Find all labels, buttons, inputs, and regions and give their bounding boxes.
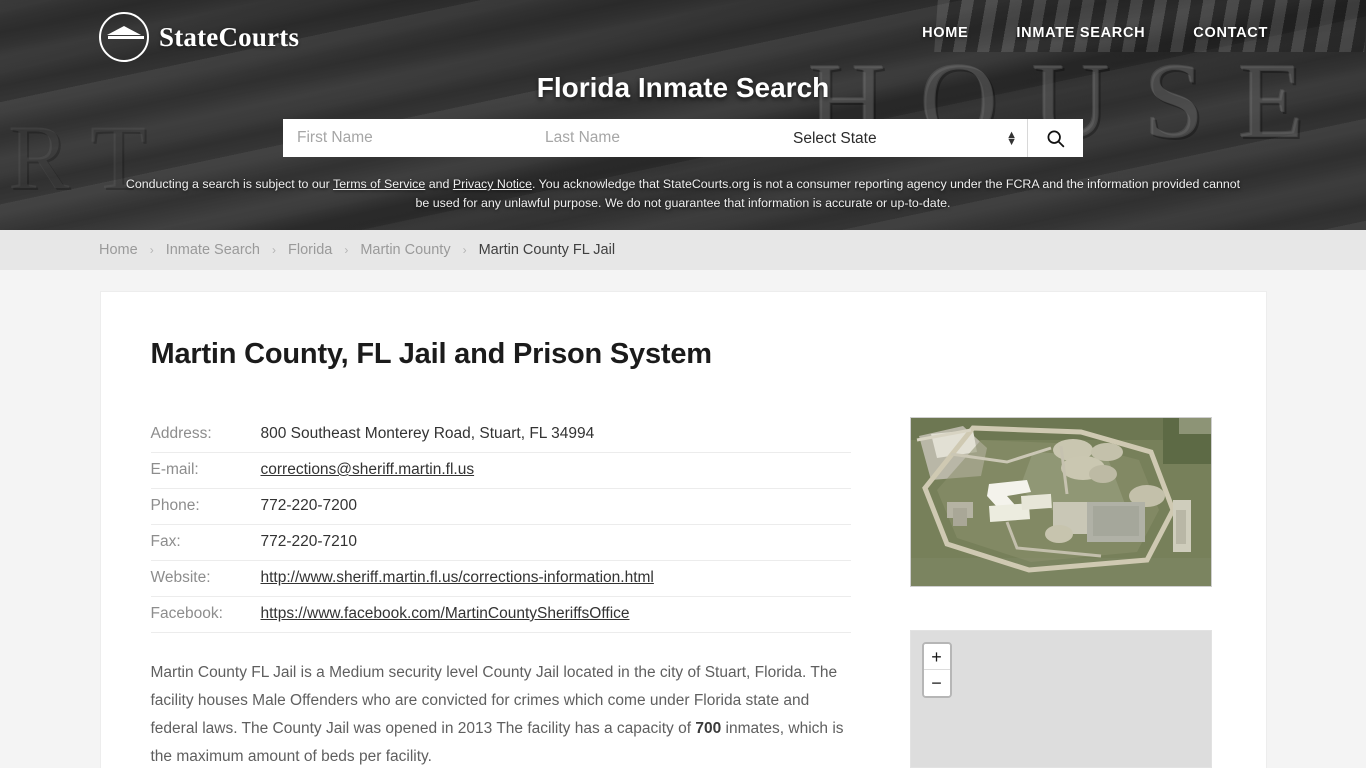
media-column: + − — [862, 417, 1218, 768]
state-select[interactable]: Select State — [779, 119, 1027, 157]
aerial-photo — [909, 417, 1212, 587]
map-zoom-in-button[interactable]: + — [923, 644, 950, 670]
aerial-view-of-jail-facility — [910, 418, 1211, 586]
breadcrumb-item-home[interactable]: Home — [99, 242, 138, 258]
table-row: Facebook: https://www.facebook.com/Marti… — [150, 596, 851, 633]
brand-name: StateCourts — [159, 21, 300, 52]
table-row: Fax: 772-220-7210 — [150, 524, 851, 561]
row-label-email: E-mail: — [150, 452, 261, 489]
facility-description: Martin County FL Jail is a Medium securi… — [151, 659, 851, 768]
breadcrumb-separator-icon: › — [344, 243, 349, 257]
site-logo[interactable]: StateCourts — [99, 12, 299, 62]
row-value-phone: 772-220-7200 — [260, 488, 851, 525]
website-link[interactable]: http://www.sheriff.martin.fl.us/correcti… — [261, 569, 654, 586]
facebook-link[interactable]: https://www.facebook.com/MartinCountyShe… — [261, 605, 630, 622]
capacity-value: 700 — [695, 720, 722, 737]
row-label-address: Address: — [150, 417, 261, 453]
breadcrumb-item-current: Martin County FL Jail — [478, 242, 616, 258]
disclaimer-text-1: Conducting a search is subject to our — [125, 177, 333, 191]
breadcrumb-item-inmate-search[interactable]: Inmate Search — [166, 242, 260, 258]
courthouse-circle-icon — [99, 12, 149, 62]
row-label-website: Website: — [150, 560, 261, 597]
search-disclaimer: Conducting a search is subject to our Te… — [123, 175, 1243, 213]
row-value-fax: 772-220-7210 — [260, 524, 851, 561]
row-label-phone: Phone: — [150, 488, 261, 525]
breadcrumb-bar: Home › Inmate Search › Florida › Martin … — [0, 230, 1366, 270]
breadcrumb-separator-icon: › — [462, 243, 467, 257]
map-zoom-out-button[interactable]: − — [923, 670, 950, 696]
content-card: Martin County, FL Jail and Prison System… — [99, 291, 1267, 768]
table-row: Website: http://www.sheriff.martin.fl.us… — [150, 560, 851, 597]
row-label-fax: Fax: — [150, 524, 261, 561]
site-header: HOUSE RT StateCourts HOME INMATE SEARCH … — [0, 0, 1366, 230]
row-value-email: corrections@sheriff.martin.fl.us — [260, 452, 851, 489]
row-label-facebook: Facebook: — [150, 596, 261, 633]
nav-item-home[interactable]: HOME — [922, 25, 968, 41]
breadcrumb-item-martin-county[interactable]: Martin County — [360, 242, 450, 258]
state-select-wrapper: Select State ▲ ▼ — [779, 119, 1027, 157]
primary-navigation: HOME INMATE SEARCH CONTACT — [922, 25, 1268, 41]
row-value-address: 800 Southeast Monterey Road, Stuart, FL … — [260, 417, 851, 453]
facility-details-column: Address: 800 Southeast Monterey Road, St… — [150, 417, 862, 768]
last-name-input[interactable] — [531, 119, 779, 157]
first-name-input[interactable] — [283, 119, 531, 157]
table-row: Address: 800 Southeast Monterey Road, St… — [150, 417, 851, 453]
disclaimer-text-3: . You acknowledge that StateCourts.org i… — [415, 177, 1241, 210]
breadcrumb: Home › Inmate Search › Florida › Martin … — [99, 242, 615, 258]
disclaimer-text-2: and — [425, 177, 453, 191]
table-row: Phone: 772-220-7200 — [150, 488, 851, 525]
privacy-notice-link[interactable]: Privacy Notice — [453, 177, 532, 191]
hero-heading: Florida Inmate Search — [536, 72, 830, 103]
row-value-facebook: https://www.facebook.com/MartinCountyShe… — [260, 596, 851, 633]
breadcrumb-separator-icon: › — [272, 243, 276, 257]
terms-of-service-link[interactable]: Terms of Service — [333, 177, 425, 191]
nav-item-contact[interactable]: CONTACT — [1193, 25, 1268, 41]
inmate-search-form: Select State ▲▼ — [283, 119, 1083, 157]
breadcrumb-item-florida[interactable]: Florida — [288, 242, 332, 258]
breadcrumb-separator-icon: › — [149, 243, 154, 257]
page-title: Martin County, FL Jail and Prison System — [150, 338, 713, 370]
table-row: E-mail: corrections@sheriff.martin.fl.us — [150, 452, 851, 489]
search-submit-button[interactable] — [1027, 119, 1083, 157]
email-link[interactable]: corrections@sheriff.martin.fl.us — [261, 461, 475, 478]
magnifier-icon — [1047, 130, 1065, 147]
nav-item-inmate-search[interactable]: INMATE SEARCH — [1016, 25, 1145, 41]
location-map[interactable]: + − — [909, 630, 1212, 768]
row-value-website: http://www.sheriff.martin.fl.us/correcti… — [260, 560, 851, 597]
map-zoom-controls: + − — [921, 642, 952, 698]
facility-details-table: Address: 800 Southeast Monterey Road, St… — [150, 417, 851, 633]
